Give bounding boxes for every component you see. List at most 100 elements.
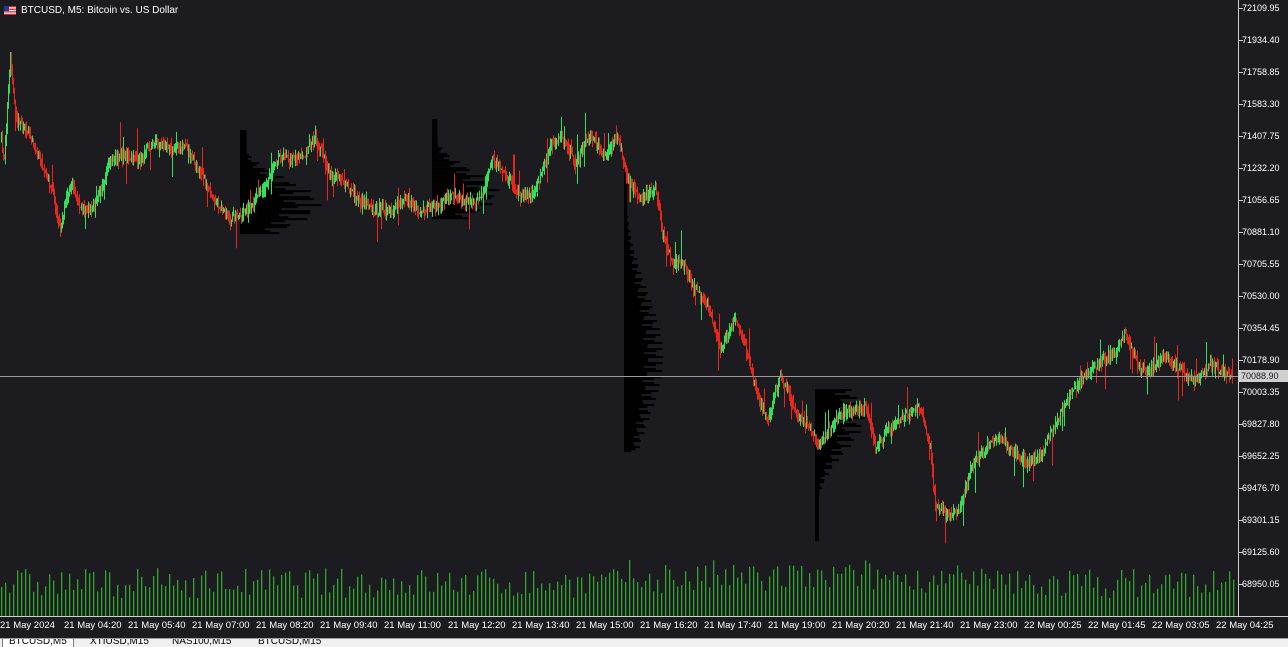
volume-bar [537, 587, 539, 616]
volume-bar [341, 568, 343, 616]
volume-bar [277, 585, 279, 616]
tab-btcusd-m15[interactable]: BTCUSD,M15 [252, 639, 327, 647]
price-label: 71934.40 [1242, 35, 1280, 45]
volume-bar [209, 588, 211, 616]
volume-profile-bar [240, 180, 267, 183]
volume-profile-bar [815, 478, 825, 481]
volume-bar [845, 567, 847, 616]
volume-bar [201, 575, 203, 616]
volume-profile-bar [815, 396, 857, 399]
volume-bar [321, 594, 323, 616]
volume-bar [73, 589, 75, 616]
volume-bar [1001, 574, 1003, 616]
volume-profile-bar [624, 300, 652, 303]
volume-bar [605, 576, 607, 616]
tab-btcusd-m5[interactable]: BTCUSD,M5 [2, 639, 74, 647]
volume-bar [369, 584, 371, 616]
volume-bar [937, 584, 939, 616]
volume-bar [709, 587, 711, 616]
volume-bar [413, 594, 415, 616]
volume-bar [381, 577, 383, 616]
volume-bar [1097, 577, 1099, 616]
volume-profile-bar [624, 272, 642, 275]
volume-profile-bar [624, 400, 643, 403]
price-label: 70881.10 [1242, 227, 1280, 237]
volume-profile-bar [815, 514, 819, 517]
volume-bar [217, 573, 219, 616]
time-scale[interactable]: 21 May 2024 21 May 04:20 21 May 05:40 21 Ma… [0, 616, 1288, 638]
price-label: 68950.05 [1242, 579, 1280, 589]
volume-bar [701, 580, 703, 616]
us-flag-icon [4, 6, 16, 15]
volume-profile-bar [624, 414, 640, 417]
volume-bar [101, 587, 103, 616]
volume-profile-bar [624, 416, 641, 419]
volume-profile-bar [624, 386, 646, 389]
volume-bar [813, 587, 815, 616]
volume-profile-bar [624, 250, 635, 253]
volume-profile-bar [624, 258, 638, 261]
volume-bar [1089, 569, 1091, 616]
volume-bar [1037, 593, 1039, 616]
volume-bar [693, 589, 695, 616]
volume-bar [45, 586, 47, 616]
volume-bar [1021, 588, 1023, 616]
volume-bar [1229, 571, 1231, 616]
volume-bar [1045, 594, 1047, 616]
volume-profile-bar [624, 358, 648, 361]
volume-profile-bar [240, 130, 247, 133]
tab-nas100-m15[interactable]: NAS100,M15 [166, 639, 237, 647]
volume-profile-bar [240, 224, 291, 227]
volume-bar [597, 581, 599, 616]
volume-profile-bar [815, 394, 850, 397]
volume-bar [137, 569, 139, 616]
volume-bar [1181, 572, 1183, 616]
volume-bar [589, 573, 591, 616]
chart-area[interactable]: BTCUSD, M5: Bitcoin vs. US Dollar [0, 0, 1238, 616]
volume-bar [85, 569, 87, 616]
volume-bar [1025, 580, 1027, 616]
volume-bar [645, 580, 647, 616]
volume-bar [585, 593, 587, 616]
volume-bar [425, 576, 427, 616]
volume-profile-bar [240, 158, 248, 161]
time-label: 22 May 00:25 [1024, 620, 1082, 631]
volume-profile-bar [432, 185, 466, 188]
volume-profile-bar [624, 430, 638, 433]
volume-profile-bar [432, 153, 447, 156]
time-label: 21 May 15:00 [576, 620, 634, 631]
price-label: 72109.95 [1242, 3, 1280, 13]
price-chart[interactable] [0, 0, 1238, 616]
volume-bar [853, 569, 855, 616]
volume-bar [529, 592, 531, 616]
volume-bar [861, 574, 863, 616]
volume-bar [309, 570, 311, 616]
volume-bar [57, 593, 59, 616]
volume-profile-bar [240, 232, 280, 235]
volume-bar [629, 560, 631, 616]
volume-profile-bar [432, 123, 438, 126]
volume-profile-bar [815, 524, 819, 527]
volume-bar [1133, 569, 1135, 616]
volume-profile-bar [432, 119, 438, 122]
volume-bar [461, 578, 463, 616]
volume-bar [1169, 574, 1171, 616]
volume-profile-bar [815, 482, 820, 485]
volume-bar [1189, 596, 1191, 616]
time-label: 21 May 13:40 [512, 620, 570, 631]
volume-bar [849, 564, 851, 616]
price-scale[interactable]: 72109.95 71934.40 71758.85 71583.30 71407.75… [1238, 0, 1288, 616]
volume-profile-bar [624, 226, 628, 229]
volume-profile-bar [432, 131, 438, 134]
volume-profile-bar [624, 422, 637, 425]
volume-bar [761, 580, 763, 616]
volume-bar [945, 583, 947, 616]
volume-profile-bar [624, 292, 648, 295]
volume-profile-bar [240, 172, 260, 175]
volume-profile-bar [815, 450, 842, 453]
tab-xtiusd-m15[interactable]: XTIUSD,M15 [84, 639, 155, 647]
volume-bar [973, 571, 975, 616]
volume-bar [349, 586, 351, 616]
volume-bar [769, 576, 771, 616]
price-label: 69652.25 [1242, 451, 1280, 461]
